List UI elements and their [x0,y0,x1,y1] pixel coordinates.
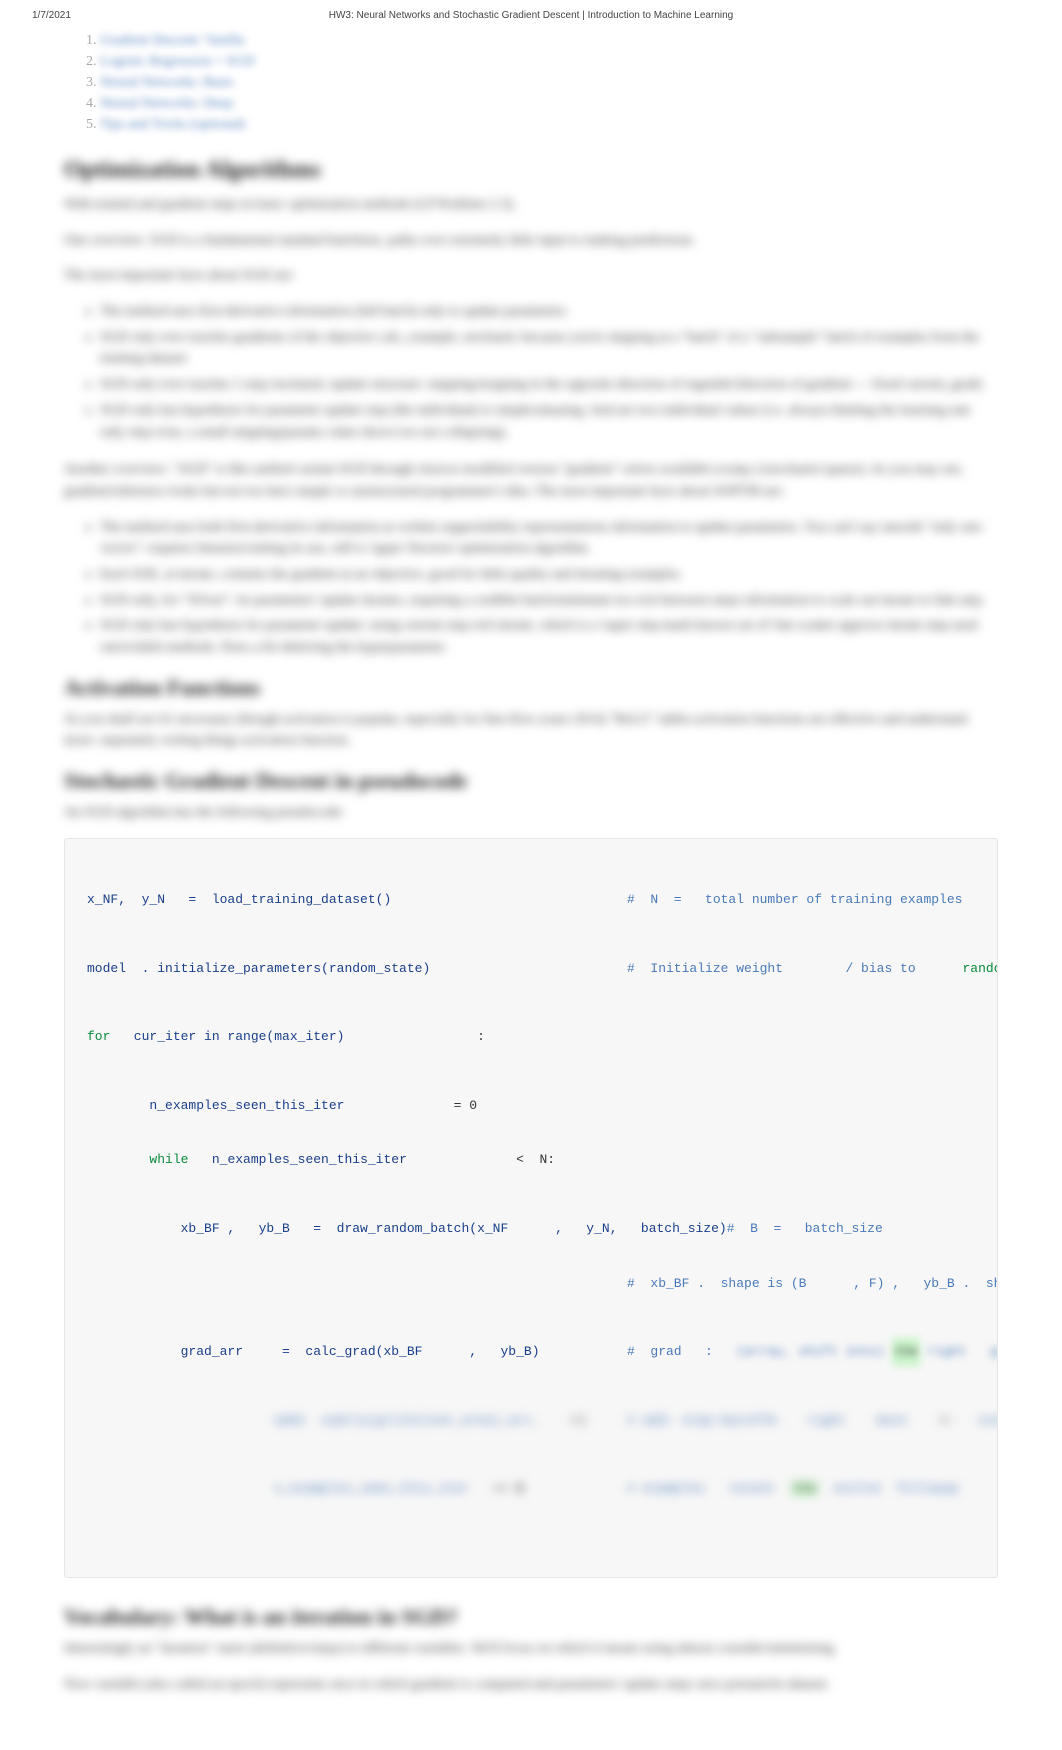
para: Now variable (also called an epoch) repr… [64,1674,998,1696]
para: As you shall see it's necessary (though … [64,709,998,752]
bullet-item: SGD only ever touches gradients of the o… [100,327,998,370]
code-line: grad_arr = calc_grad(xb_BF , yb_B)# grad… [87,1338,975,1365]
code-line: n_examples_seen_this_iter = 0 [87,1092,975,1119]
toc-list: Gradient Descent: Vanilla Logistic Regre… [100,30,998,135]
code-line: add1 subtly(gr1(0)(net_area)_arr, r)# ad… [87,1407,975,1434]
code-line: while n_examples_seen_this_iter < N: [87,1146,975,1173]
toc-item: Neural Networks: Deep [100,93,998,114]
toc-link[interactable]: Gradient Descent: Vanilla [100,33,244,48]
toc-link[interactable]: Tips and Tricks (optional) [100,117,245,132]
bullet-list: The method uses both first-derivative in… [100,517,998,659]
toc-link[interactable]: Logistic Regression + SGD [100,54,255,69]
para: With trained and gradient steps in basic… [64,194,998,216]
toc-item: Neural Networks: Basic [100,72,998,93]
para: One overview: SGD is a fundamental stand… [64,230,998,252]
toc-link[interactable]: Neural Networks: Deep [100,96,233,111]
code-line: for cur_iter in range(max_iter) : [87,1023,975,1050]
document-body: Gradient Descent: Vanilla Logistic Regre… [0,0,1062,1750]
code-line: model . initialize_parameters(random_sta… [87,955,975,982]
code-line: x_NF, y_N = load_training_dataset()# N =… [87,886,975,913]
code-line: # xb_BF . shape is (B , F) , yb_B . shap… [87,1270,975,1297]
bullet-item: The method uses both first-derivative in… [100,517,998,560]
bullet-item: SGD only has hypothesis for parameter up… [100,615,998,658]
page-header-title: HW3: Neural Networks and Stochastic Grad… [0,10,1062,21]
bullet-item: SGD only has hypothesis for parameter up… [100,400,998,443]
bullet-item: SGD only, for "SOvar": its parameters' u… [100,590,998,612]
bullet-list: The method uses first-derivative informa… [100,301,998,443]
heading-optimization: Optimization Algorithms [64,157,998,184]
code-line: n_examples_seen_this_iter += B# examples… [87,1475,975,1502]
heading-sgd-pseudocode: Stochastic Gradient Descent in pseudocod… [64,768,998,794]
heading-vocabulary: Vocabulary: What is an iteration in SGD? [64,1604,998,1630]
code-block: x_NF, y_N = load_training_dataset()# N =… [64,838,998,1579]
heading-activation: Activation Functions [64,675,998,701]
code-line: xb_BF , yb_B = draw_random_batch(x_NF , … [87,1215,975,1242]
bullet-item: Each SOE, at iterate, contains the gradi… [100,564,998,586]
toc-item: Tips and Tricks (optional) [100,114,998,135]
para: Interestingly an "iteration" starts (def… [64,1638,998,1660]
para: The most important facts about SGD are: [64,265,998,287]
para: An SGD algorithm has the following pseud… [64,802,998,824]
bullet-item: The method uses first-derivative informa… [100,301,998,323]
toc-link[interactable]: Neural Networks: Basic [100,75,235,90]
bullet-item: SGD only ever touches 1-step stochastic … [100,374,998,396]
toc-item: Logistic Regression + SGD [100,51,998,72]
para: Another overview: "SGD" is like unified … [64,459,998,502]
